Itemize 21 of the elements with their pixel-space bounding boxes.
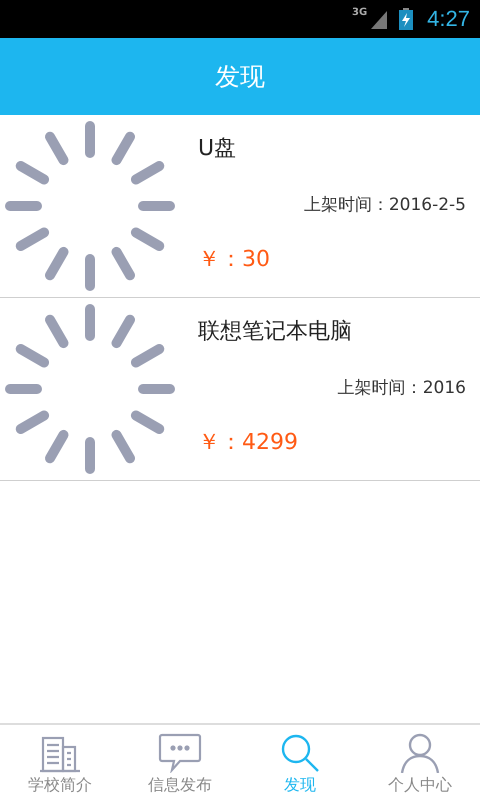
listing-date: 上架时间：2016-2-5 xyxy=(304,194,466,216)
product-price: ￥：4299 xyxy=(198,429,299,457)
product-name: 联想笔记本电脑 xyxy=(198,318,353,346)
nav-tab[interactable]: 个人中心 xyxy=(360,725,480,800)
nav-tab[interactable]: 发现 xyxy=(240,725,360,800)
product-row[interactable]: 联想笔记本电脑 上架时间：2016 ￥：4299 xyxy=(0,298,480,481)
network-label: 3G xyxy=(352,7,368,18)
battery-icon xyxy=(399,8,414,30)
search-icon xyxy=(280,733,320,773)
chat-bubble-icon xyxy=(158,733,202,773)
product-row[interactable]: U盘 上架时间：2016-2-5 ￥：30 xyxy=(0,115,480,298)
listing-date: 上架时间：2016 xyxy=(338,377,466,399)
person-icon xyxy=(400,733,440,773)
product-name: U盘 xyxy=(198,135,238,163)
product-price: ￥：30 xyxy=(198,246,271,274)
clock: 4:27 xyxy=(427,6,470,32)
page-title: 发现 xyxy=(215,61,265,93)
nav-tab[interactable]: 学校简介 xyxy=(0,725,120,800)
signal-icon xyxy=(371,9,388,29)
building-icon xyxy=(40,735,80,773)
nav-tab[interactable]: 信息发布 xyxy=(120,725,240,800)
